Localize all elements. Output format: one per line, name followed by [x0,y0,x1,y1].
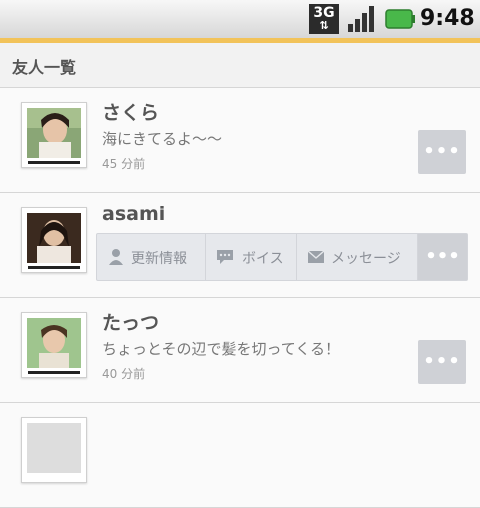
speech-bubble-icon [217,250,233,264]
clock: 9:48 [420,6,475,31]
avatar-underline [28,161,80,164]
signal-strength-icon [348,6,374,32]
voice-button[interactable]: ボイス [206,234,297,280]
avatar[interactable] [21,207,87,273]
network-label: 3G [313,5,335,21]
more-dots-icon: ••• [425,246,460,267]
avatar-photo [27,423,81,473]
page-header: 友人一覧 [0,43,480,88]
friend-action-bar: 更新情報 ボイス メッセージ ••• [96,233,468,281]
message-button[interactable]: メッセージ [297,234,418,280]
avatar-photo [27,108,81,158]
avatar-photo [27,318,81,368]
more-button[interactable]: ••• [418,234,467,280]
person-icon [109,249,123,265]
avatar[interactable] [21,102,87,168]
status-bar: 3G ⇅ 9:48 [0,0,480,38]
data-transfer-arrows: ⇅ [319,19,329,32]
update-info-label: 更新情報 [131,251,187,267]
friend-message: ちょっとその辺で髪を切ってくる！ [102,340,341,358]
voice-label: ボイス [242,251,284,267]
friend-name: さくら [102,102,160,124]
page-title: 友人一覧 [12,58,77,77]
avatar-underline [28,371,80,374]
timestamp: 45 分前 [102,157,146,171]
avatar-underline [28,266,80,269]
network-3g-icon: 3G ⇅ [309,4,339,34]
more-dots-icon: ••• [423,141,461,162]
envelope-icon [307,250,325,263]
friend-row[interactable]: さくら 海にきてるよ〜〜 45 分前 ••• [0,88,480,193]
timestamp: 40 分前 [102,367,146,381]
friend-message: 海にきてるよ〜〜 [102,130,223,148]
message-label: メッセージ [331,251,401,267]
more-button[interactable]: ••• [418,340,466,384]
friend-name: asami [102,203,166,225]
update-info-button[interactable]: 更新情報 [97,234,206,280]
friend-row[interactable] [0,403,480,508]
friend-name: たっつ [102,312,160,334]
avatar[interactable] [21,312,87,378]
more-dots-icon: ••• [423,351,461,372]
battery-icon [385,9,415,29]
friend-row[interactable]: たっつ ちょっとその辺で髪を切ってくる！ 40 分前 ••• [0,298,480,403]
avatar-photo [27,213,81,263]
more-button[interactable]: ••• [418,130,466,174]
avatar[interactable] [21,417,87,483]
